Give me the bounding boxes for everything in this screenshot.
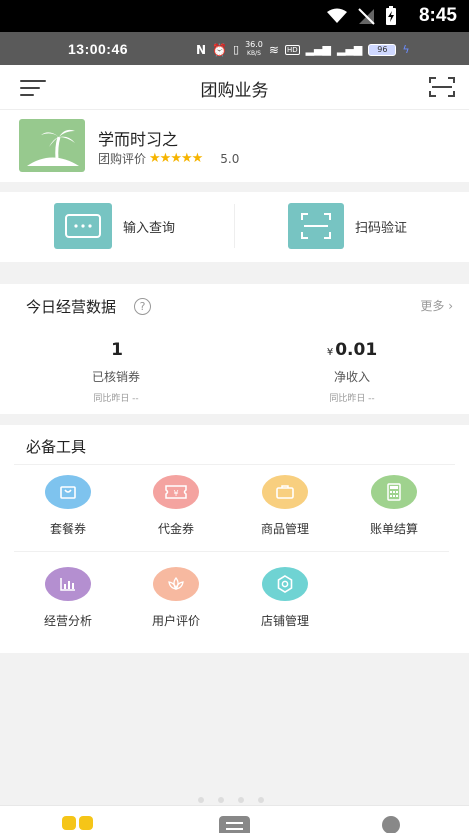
- briefcase-icon: [262, 475, 308, 509]
- stat-redeemed: 1 已核销券 同比昨日 --: [36, 340, 196, 404]
- page-indicator: [198, 797, 264, 803]
- scan-verify-button[interactable]: 扫码验证: [288, 202, 407, 250]
- tool-label: 店铺管理: [260, 614, 309, 628]
- tab-profile-icon[interactable]: [378, 816, 404, 833]
- bag-icon: [45, 475, 91, 509]
- app-status-time: 13:00:46: [68, 41, 129, 57]
- hd-badge: HD: [284, 44, 300, 55]
- keyboard-icon: [54, 203, 112, 249]
- tool-label: 套餐券: [49, 522, 86, 536]
- stat-value: ¥0.01: [326, 340, 378, 360]
- tool-label: 用户评价: [151, 614, 200, 628]
- scan-verify-label: 扫码验证: [355, 220, 408, 236]
- store-logo: [19, 119, 85, 172]
- tool-label: 商品管理: [260, 522, 309, 536]
- tool-label: 经营分析: [43, 614, 92, 628]
- tool-package-voucher[interactable]: 套餐券: [23, 475, 113, 537]
- page-title: 团购业务: [200, 81, 269, 101]
- stats-title: 今日经营数据: [26, 298, 117, 316]
- store-card[interactable]: 学而时习之 团购评价 ★★★★★ 5.0: [0, 110, 469, 182]
- alarm-icon: ⏰: [212, 42, 227, 57]
- navigation-bar: 团购业务: [0, 65, 469, 110]
- battery-charging-icon: [386, 6, 396, 25]
- star-rating-icon: ★★★★★: [149, 151, 203, 166]
- wifi-small-icon: ≋: [268, 42, 279, 57]
- page-dot: [238, 797, 244, 803]
- today-stats-card: 今日经营数据 ? 更多 › 1 已核销券 同比昨日 -- ¥0.01 净收入 同…: [0, 284, 469, 414]
- scan-frame-icon: [288, 203, 344, 249]
- rating-label: 团购评价: [98, 152, 147, 166]
- scan-icon[interactable]: [429, 76, 455, 98]
- input-query-label: 输入查询: [123, 220, 176, 236]
- signal-icon-1: ▂▄▆: [305, 43, 331, 56]
- stat-net-income: ¥0.01 净收入 同比昨日 --: [272, 340, 432, 404]
- tools-divider: [14, 551, 449, 552]
- app-status-bar: 13:00:46 N ⏰ ▯ 36.0 KB/S ≋ HD ▂▄▆ ▂▄▆ 96 …: [0, 32, 469, 65]
- actions-divider: [234, 204, 235, 248]
- tool-cash-voucher[interactable]: ¥ 代金券: [131, 475, 221, 537]
- page-dot: [218, 797, 224, 803]
- tool-product-management[interactable]: 商品管理: [240, 475, 330, 537]
- stat-compare: 同比昨日 --: [93, 394, 139, 404]
- tab-orders-icon[interactable]: [219, 816, 251, 833]
- chevron-right-icon: ›: [448, 299, 453, 313]
- tool-label: 代金券: [157, 522, 194, 536]
- tool-bill-settlement[interactable]: 账单结算: [349, 475, 439, 537]
- input-query-button[interactable]: 输入查询: [54, 202, 175, 250]
- network-speed: 36.0 KB/S: [245, 40, 263, 58]
- calculator-icon: [371, 475, 417, 509]
- gear-icon: [262, 567, 308, 601]
- tool-label: 账单结算: [369, 522, 418, 536]
- lotus-icon: [153, 567, 199, 601]
- charging-icon: ϟ: [402, 43, 410, 56]
- stat-value: 1: [111, 340, 123, 360]
- system-time: 8:45: [418, 5, 457, 26]
- store-rating: 团购评价 ★★★★★ 5.0: [98, 150, 239, 167]
- stat-label: 净收入: [333, 370, 370, 384]
- signal-icon-2: ▂▄▆: [336, 43, 363, 56]
- nfc-icon: N: [196, 42, 207, 57]
- tools-divider: [14, 464, 455, 465]
- help-icon[interactable]: ?: [134, 298, 152, 315]
- tools-title: 必备工具: [26, 438, 87, 456]
- bar-chart-icon: [45, 567, 91, 601]
- stat-compare: 同比昨日 --: [329, 394, 375, 404]
- more-link[interactable]: 更多 ›: [420, 297, 453, 314]
- page-dot: [198, 797, 204, 803]
- rating-score: 5.0: [220, 151, 240, 166]
- essential-tools-card: 必备工具 套餐券 ¥ 代金券 商品管理 账单结算 经营分析 用户评价 店铺管理: [0, 425, 469, 653]
- tab-home-icon[interactable]: [62, 816, 94, 833]
- bottom-tab-bar: [0, 805, 469, 833]
- svg-text:¥: ¥: [173, 489, 178, 498]
- store-name: 学而时习之: [98, 130, 179, 149]
- tool-user-reviews[interactable]: 用户评价: [131, 567, 221, 629]
- voucher-icon: ¥: [153, 475, 199, 509]
- tool-store-management[interactable]: 店铺管理: [240, 567, 330, 629]
- system-status-bar: 8:45: [0, 0, 469, 32]
- page-dot: [258, 797, 264, 803]
- stat-label: 已核销券: [91, 370, 140, 384]
- vibrate-icon: ▯: [233, 43, 240, 56]
- app-battery: 96: [368, 43, 397, 56]
- no-signal-icon: [358, 8, 375, 25]
- quick-actions: 输入查询 扫码验证: [0, 192, 469, 262]
- wifi-icon: [327, 8, 347, 23]
- palm-tree-icon: [27, 129, 79, 166]
- tool-business-analysis[interactable]: 经营分析: [23, 567, 113, 629]
